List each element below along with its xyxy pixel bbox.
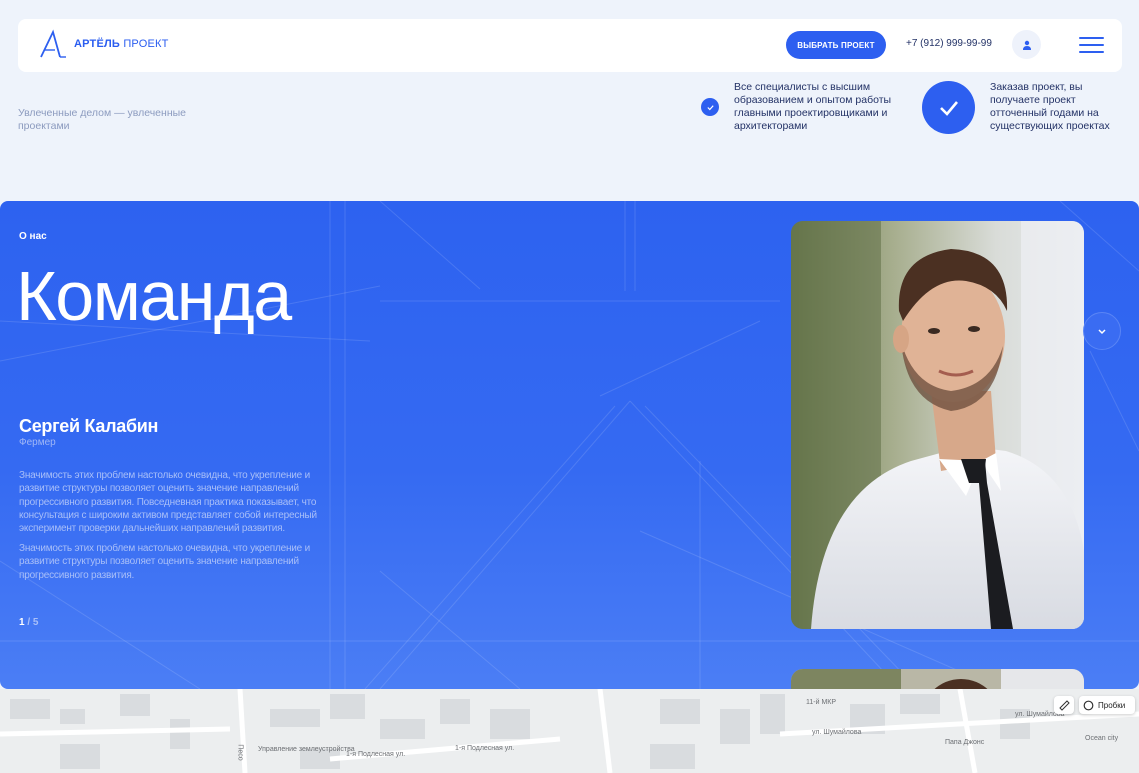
- team-section: О нас Команда Сергей Калабин Фермер Знач…: [0, 201, 1139, 689]
- page-title: Команда: [16, 257, 292, 335]
- slide-current: 1: [19, 617, 25, 628]
- chevron-down-icon: [1098, 329, 1106, 335]
- profile-button[interactable]: [1012, 30, 1041, 59]
- ruler-button[interactable]: [1054, 696, 1074, 714]
- site-header: АРТЁЛЬ ПРОЕКТ ВЫБРАТЬ ПРОЕКТ +7 (912) 99…: [18, 19, 1122, 72]
- traffic-icon: [1083, 700, 1094, 710]
- scroll-down-button[interactable]: [1083, 312, 1121, 350]
- slide-total: / 5: [27, 617, 39, 628]
- user-icon: [1022, 40, 1031, 50]
- section-label: О нас: [19, 231, 47, 242]
- person-role: Фермер: [19, 437, 56, 448]
- tagline: Увлеченные делом — увлеченные проектами: [18, 107, 186, 132]
- slide-counter: 1 / 5: [19, 617, 38, 628]
- feature-text-specialists: Все специалисты с высшим образованием и …: [734, 81, 892, 132]
- choose-project-button[interactable]: ВЫБРАТЬ ПРОЕКТ: [786, 31, 886, 59]
- map-label: 11-й МКР: [806, 699, 837, 706]
- map-label: Ocean city: [1085, 735, 1119, 742]
- map-label: Папа Джонс: [945, 739, 985, 746]
- map-label: 1-я Подлесная ул.: [346, 751, 406, 758]
- map-label: Песо: [236, 744, 244, 761]
- logo-text: АРТЁЛЬ ПРОЕКТ: [74, 38, 169, 50]
- person-name: Сергей Калабин: [19, 416, 159, 436]
- check-icon: [922, 81, 975, 134]
- menu-icon[interactable]: [1079, 37, 1104, 53]
- team-member-photo: [791, 221, 1084, 629]
- map-label: 1-я Подлесная ул.: [455, 745, 515, 752]
- logo-mark-icon: [40, 29, 66, 58]
- map-streets: [0, 689, 1139, 773]
- team-member-photo-next: [791, 669, 1084, 689]
- phone-link[interactable]: +7 (912) 999-99-99: [906, 38, 992, 49]
- person-bio-paragraph: Значимость этих проблем настолько очевид…: [19, 470, 317, 535]
- map-label: Управление землеустройства: [258, 746, 355, 753]
- traffic-label: Пробки: [1098, 700, 1126, 710]
- logo[interactable]: АРТЁЛЬ ПРОЕКТ: [38, 29, 169, 59]
- map[interactable]: Управление землеустройства 1-я Подлесная…: [0, 689, 1139, 773]
- ruler-icon: [1058, 699, 1070, 711]
- check-icon: [701, 98, 719, 116]
- traffic-button[interactable]: Пробки: [1079, 696, 1135, 714]
- feature-text-quality: Заказав проект, вы получаете проект отто…: [990, 81, 1110, 132]
- map-label: ул. Шумайлова: [812, 729, 862, 736]
- person-bio-paragraph: Значимость этих проблем настолько очевид…: [19, 543, 311, 581]
